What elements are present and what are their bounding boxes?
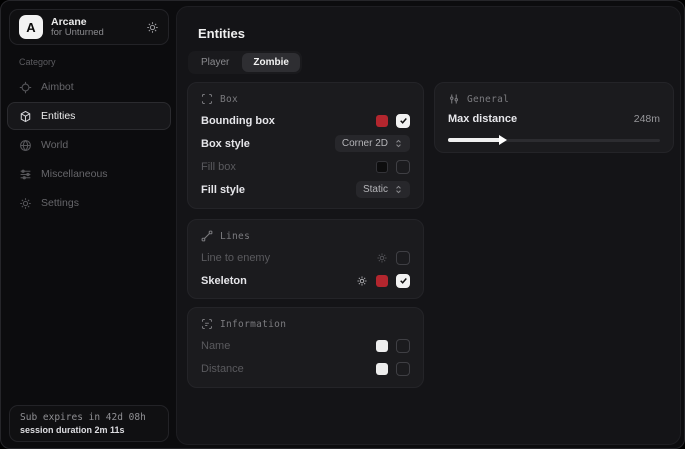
box-style-select[interactable]: Corner 2D bbox=[335, 135, 410, 152]
setting-row-name: Name bbox=[201, 334, 410, 357]
crosshair-icon bbox=[19, 81, 32, 94]
setting-row-skeleton: Skeleton bbox=[201, 269, 410, 292]
information-card: Information Name Distance bbox=[187, 307, 424, 388]
diagonal-line-icon bbox=[201, 230, 213, 242]
distance-checkbox[interactable] bbox=[396, 362, 410, 376]
main-panel: Entities Player Zombie Box Bounding box bbox=[176, 6, 681, 445]
session-duration-text: session duration 2m 11s bbox=[20, 425, 158, 435]
app-logo: A bbox=[19, 15, 43, 39]
lines-card: Lines Line to enemy Skeleton bbox=[187, 219, 424, 299]
information-card-header: Information bbox=[201, 318, 410, 330]
general-card: General Max distance 248m bbox=[434, 82, 674, 153]
slider-thumb[interactable] bbox=[499, 135, 507, 145]
sidebar-item-label: Aimbot bbox=[41, 81, 74, 93]
sidebar-item-world[interactable]: World bbox=[7, 131, 171, 159]
gear-icon[interactable] bbox=[376, 252, 388, 264]
color-swatch[interactable] bbox=[376, 340, 388, 352]
app-window: A Arcane for Unturned Category A bbox=[0, 0, 685, 449]
box-card-header: Box bbox=[201, 93, 410, 105]
max-distance-slider[interactable] bbox=[448, 136, 660, 144]
tab-player[interactable]: Player bbox=[190, 53, 240, 72]
card-title: General bbox=[467, 94, 509, 105]
name-checkbox[interactable] bbox=[396, 339, 410, 353]
app-name: Arcane bbox=[51, 16, 104, 28]
general-card-header: General bbox=[448, 93, 660, 105]
box-card: Box Bounding box Box style Corner 2D bbox=[187, 82, 424, 209]
setting-row-distance: Distance bbox=[201, 357, 410, 380]
sidebar-item-settings[interactable]: Settings bbox=[7, 189, 171, 217]
setting-row-fill-box: Fill box bbox=[201, 155, 410, 178]
lines-card-header: Lines bbox=[201, 230, 410, 242]
skeleton-checkbox[interactable] bbox=[396, 274, 410, 288]
fill-style-select[interactable]: Static bbox=[356, 181, 410, 198]
color-swatch[interactable] bbox=[376, 363, 388, 375]
setting-row-line-to-enemy: Line to enemy bbox=[201, 246, 410, 269]
chevrons-up-down-icon bbox=[394, 185, 403, 194]
cube-icon bbox=[19, 110, 32, 123]
color-swatch[interactable] bbox=[376, 161, 388, 173]
brand-text: Arcane for Unturned bbox=[51, 16, 104, 39]
sidebar-item-aimbot[interactable]: Aimbot bbox=[7, 73, 171, 101]
page-title: Entities bbox=[198, 26, 245, 41]
sidebar-nav: Aimbot Entities World bbox=[7, 73, 171, 217]
sub-expiry-text: Sub expires in 42d 08h bbox=[20, 412, 158, 423]
category-label: Category bbox=[19, 57, 56, 67]
sidebar-item-entities[interactable]: Entities bbox=[7, 102, 171, 130]
gear-icon bbox=[19, 197, 32, 210]
sidebar-item-label: Settings bbox=[41, 197, 79, 209]
subscription-status-card: Sub expires in 42d 08h session duration … bbox=[9, 405, 169, 442]
sidebar: A Arcane for Unturned Category A bbox=[1, 1, 176, 448]
max-distance-fill bbox=[448, 138, 501, 142]
color-swatch[interactable] bbox=[376, 115, 388, 127]
color-swatch[interactable] bbox=[376, 275, 388, 287]
app-subtitle: for Unturned bbox=[51, 28, 104, 39]
sliders-icon bbox=[19, 168, 32, 181]
setting-row-bounding-box: Bounding box bbox=[201, 109, 410, 132]
fill-box-checkbox[interactable] bbox=[396, 160, 410, 174]
sidebar-item-label: Entities bbox=[41, 110, 75, 122]
sidebar-item-miscellaneous[interactable]: Miscellaneous bbox=[7, 160, 171, 188]
vertical-sliders-icon bbox=[448, 93, 460, 105]
card-title: Lines bbox=[220, 231, 250, 242]
gear-icon[interactable] bbox=[146, 21, 159, 34]
entity-tabs: Player Zombie bbox=[188, 51, 302, 74]
setting-row-fill-style: Fill style Static bbox=[201, 178, 410, 201]
corners-icon bbox=[201, 93, 213, 105]
chevrons-up-down-icon bbox=[394, 139, 403, 148]
setting-row-box-style: Box style Corner 2D bbox=[201, 132, 410, 155]
sidebar-item-label: Miscellaneous bbox=[41, 168, 108, 180]
bounding-box-checkbox[interactable] bbox=[396, 114, 410, 128]
sidebar-item-label: World bbox=[41, 139, 68, 151]
globe-icon bbox=[19, 139, 32, 152]
line-to-enemy-checkbox[interactable] bbox=[396, 251, 410, 265]
card-title: Information bbox=[220, 319, 286, 330]
scan-text-icon bbox=[201, 318, 213, 330]
max-distance-value: 248m bbox=[634, 113, 660, 125]
card-title: Box bbox=[220, 94, 238, 105]
setting-row-max-distance: Max distance 248m bbox=[448, 109, 660, 129]
gear-icon[interactable] bbox=[356, 275, 368, 287]
tab-zombie[interactable]: Zombie bbox=[242, 53, 300, 72]
brand-card: A Arcane for Unturned bbox=[9, 9, 169, 45]
